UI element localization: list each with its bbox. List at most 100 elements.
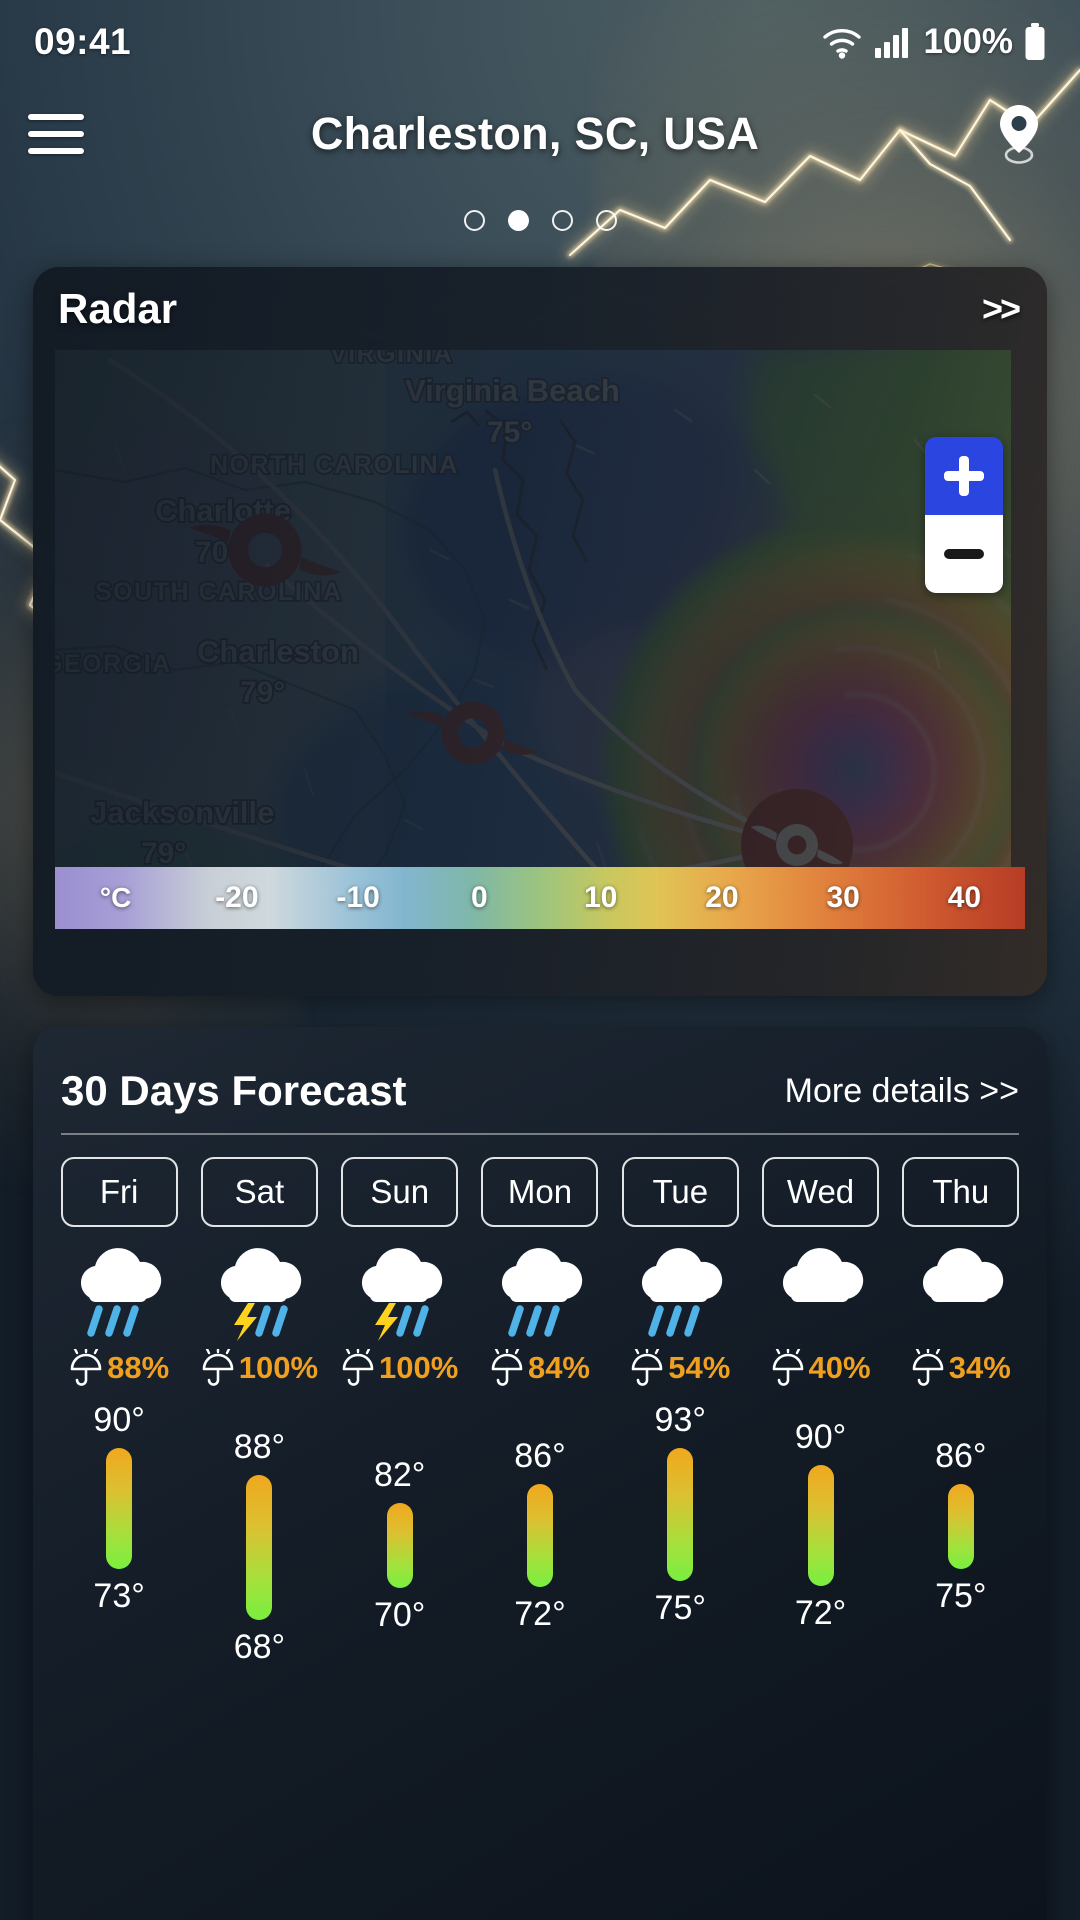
cellular-signal-icon <box>875 28 909 58</box>
page-dot-4[interactable] <box>595 210 617 231</box>
legend-tick-6: 40 <box>947 881 982 914</box>
legend-tick-5: 30 <box>826 881 860 914</box>
legend-unit: °C <box>99 882 132 913</box>
temp-bar-track-tue <box>667 1448 694 1581</box>
forecast-title: 30 Days Forecast <box>61 1067 407 1114</box>
precip-value-thu: 34% <box>948 1350 1011 1385</box>
legend-tick-3: 10 <box>583 881 618 914</box>
day-chip-thu[interactable]: Thu <box>902 1157 1020 1227</box>
precip-sat: 100% <box>201 1349 318 1387</box>
menu-bar-1 <box>28 114 84 120</box>
legend-tick-0: -20 <box>215 881 259 914</box>
status-icons: 100% <box>821 22 1046 62</box>
umbrella-icon <box>202 1349 234 1386</box>
page-dot-1[interactable] <box>463 210 485 231</box>
temp-bar-wed: 90° 72° <box>750 1401 890 1633</box>
temp-bar-track-thu <box>947 1484 974 1569</box>
forecast-column-fri: Fri 88% <box>49 1157 189 1387</box>
status-clock: 09:41 <box>34 21 132 62</box>
forecast-more-details-link[interactable]: More details >> <box>785 1072 1019 1115</box>
temp-bar-track-wed <box>807 1465 834 1586</box>
location-pin-icon[interactable] <box>986 101 1052 167</box>
precip-thu: 34% <box>911 1349 1011 1387</box>
forecast-column-mon: Mon 84% <box>470 1157 610 1387</box>
forecast-day-row: Fri 88% Sat 100% Sun 100% Mon 84% Tue 54… <box>33 1157 1047 1387</box>
menu-bar-3 <box>28 148 84 154</box>
forecast-card-header: 30 Days Forecast More details >> <box>33 1027 1047 1115</box>
forecast-card: 30 Days Forecast More details >> Fri 88%… <box>33 1027 1047 1920</box>
temp-low-thu: 75° <box>935 1577 987 1615</box>
cloud-icon <box>769 1243 873 1347</box>
battery-percent-label: 100% <box>923 22 1013 61</box>
temp-high-mon: 86° <box>514 1437 566 1475</box>
app-header: Charleston, SC, USA <box>0 84 1080 184</box>
legend-tick-1: -10 <box>336 881 380 914</box>
umbrella-icon <box>70 1349 102 1386</box>
content-area: Radar >> °C -20 -10 0 10 20 30 40 30 Day… <box>0 0 1080 1920</box>
radar-card[interactable]: Radar >> °C -20 -10 0 10 20 30 40 <box>33 267 1047 996</box>
map-zoom-controls[interactable] <box>925 437 1003 593</box>
temp-high-fri: 90° <box>93 1401 145 1439</box>
umbrella-icon <box>772 1349 803 1386</box>
legend-tick-2: 0 <box>471 881 488 914</box>
radar-more-link[interactable]: >> <box>982 288 1021 330</box>
temp-bar-track-sat <box>246 1475 273 1620</box>
temp-low-tue: 75° <box>654 1589 706 1627</box>
wifi-icon <box>823 29 862 59</box>
day-chip-mon[interactable]: Mon <box>481 1157 599 1227</box>
zoom-out-button[interactable] <box>925 515 1003 593</box>
page-dot-3[interactable] <box>551 210 573 231</box>
forecast-column-sun: Sun 100% <box>330 1157 470 1387</box>
temp-low-mon: 72° <box>514 1595 566 1633</box>
umbrella-icon <box>491 1349 523 1386</box>
page-dot-2-active[interactable] <box>507 210 529 231</box>
temp-bar-track-mon <box>526 1484 553 1587</box>
day-chip-tue[interactable]: Tue <box>621 1157 739 1227</box>
precip-tue: 54% <box>630 1349 730 1387</box>
temp-low-wed: 72° <box>794 1594 847 1632</box>
precip-value-fri: 88% <box>107 1350 170 1385</box>
umbrella-icon <box>631 1349 663 1386</box>
precip-value-sun: 100% <box>379 1350 459 1385</box>
plus-icon <box>944 456 984 496</box>
temp-bar-tue: 93° 75° <box>610 1401 750 1628</box>
forecast-column-tue: Tue 54% <box>610 1157 750 1387</box>
temp-bar-fri: 90° 73° <box>49 1401 189 1616</box>
battery-full-icon <box>1025 23 1045 60</box>
temp-high-tue: 93° <box>654 1401 706 1439</box>
temp-low-fri: 73° <box>93 1577 145 1615</box>
status-bar: 09:41 100% <box>0 0 1080 84</box>
temp-high-sat: 88° <box>233 1428 286 1466</box>
day-chip-fri[interactable]: Fri <box>60 1157 178 1227</box>
cloud-rain-icon <box>488 1243 592 1347</box>
forecast-column-thu: Thu 34% <box>891 1157 1031 1387</box>
precip-sun: 100% <box>341 1349 458 1387</box>
temperature-legend: °C -20 -10 0 10 20 30 40 <box>55 867 1025 929</box>
temp-bar-sat: 88° 68° <box>189 1401 329 1667</box>
day-chip-sat[interactable]: Sat <box>200 1157 318 1227</box>
page-title: Charleston, SC, USA <box>310 108 760 159</box>
temp-high-sun: 82° <box>373 1456 426 1494</box>
radar-card-header: Radar >> <box>33 267 1047 350</box>
precip-value-mon: 84% <box>527 1350 590 1385</box>
temp-high-wed: 90° <box>794 1418 847 1456</box>
forecast-divider <box>61 1133 1019 1135</box>
zoom-in-button[interactable] <box>925 437 1003 515</box>
temp-bar-sun: 82° 70° <box>330 1401 470 1635</box>
cloud-lightning-rain-icon <box>348 1243 452 1347</box>
legend-tick-4: 20 <box>705 881 739 914</box>
day-chip-wed[interactable]: Wed <box>762 1157 880 1227</box>
cloud-rain-icon <box>67 1243 171 1347</box>
umbrella-icon <box>342 1349 374 1386</box>
forecast-column-wed: Wed 40% <box>750 1157 890 1387</box>
cloud-icon <box>909 1243 1013 1347</box>
page-indicator[interactable] <box>0 210 1080 231</box>
radar-title: Radar <box>58 284 178 332</box>
precip-fri: 88% <box>69 1349 169 1387</box>
cloud-lightning-rain-icon <box>207 1243 311 1347</box>
day-chip-sun[interactable]: Sun <box>341 1157 459 1227</box>
minus-icon <box>944 549 984 559</box>
forecast-column-sat: Sat 100% <box>189 1157 329 1387</box>
temperature-bar-chart: 90° 73° 88° 68° 82° 70° 86° 72° 93° 75° … <box>33 1401 1047 1746</box>
temp-bar-track-fri <box>106 1448 133 1569</box>
